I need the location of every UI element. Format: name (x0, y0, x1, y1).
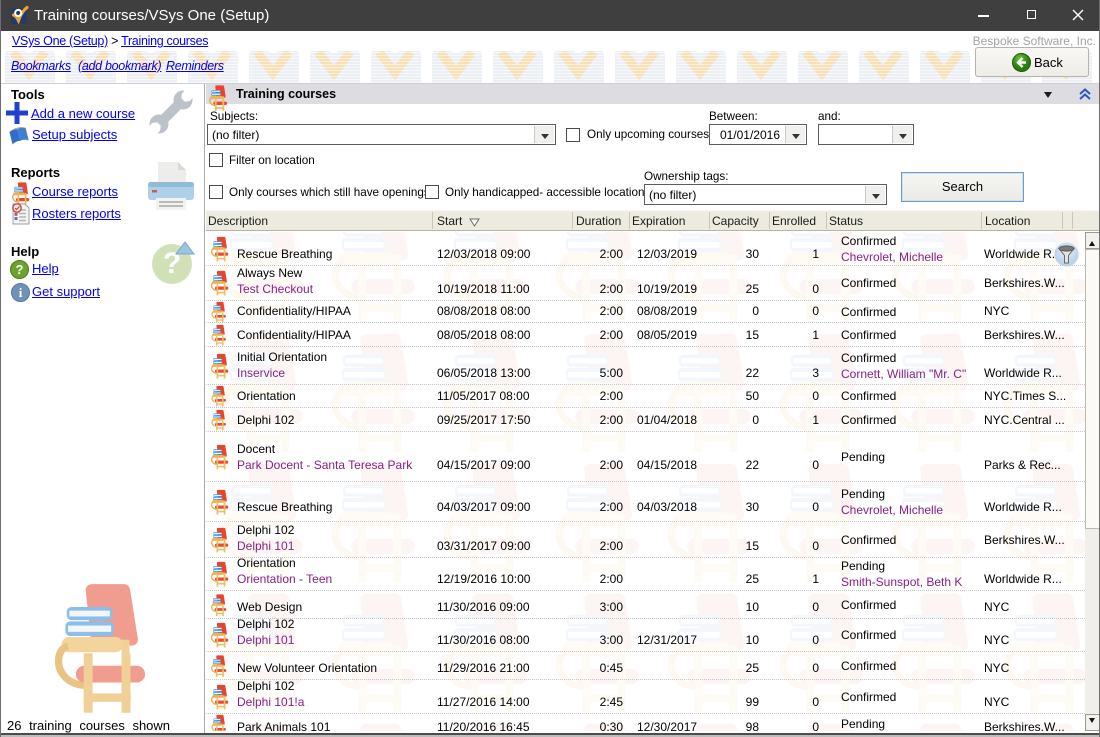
svg-text:i: i (19, 285, 23, 300)
svg-text:?: ? (16, 262, 24, 277)
